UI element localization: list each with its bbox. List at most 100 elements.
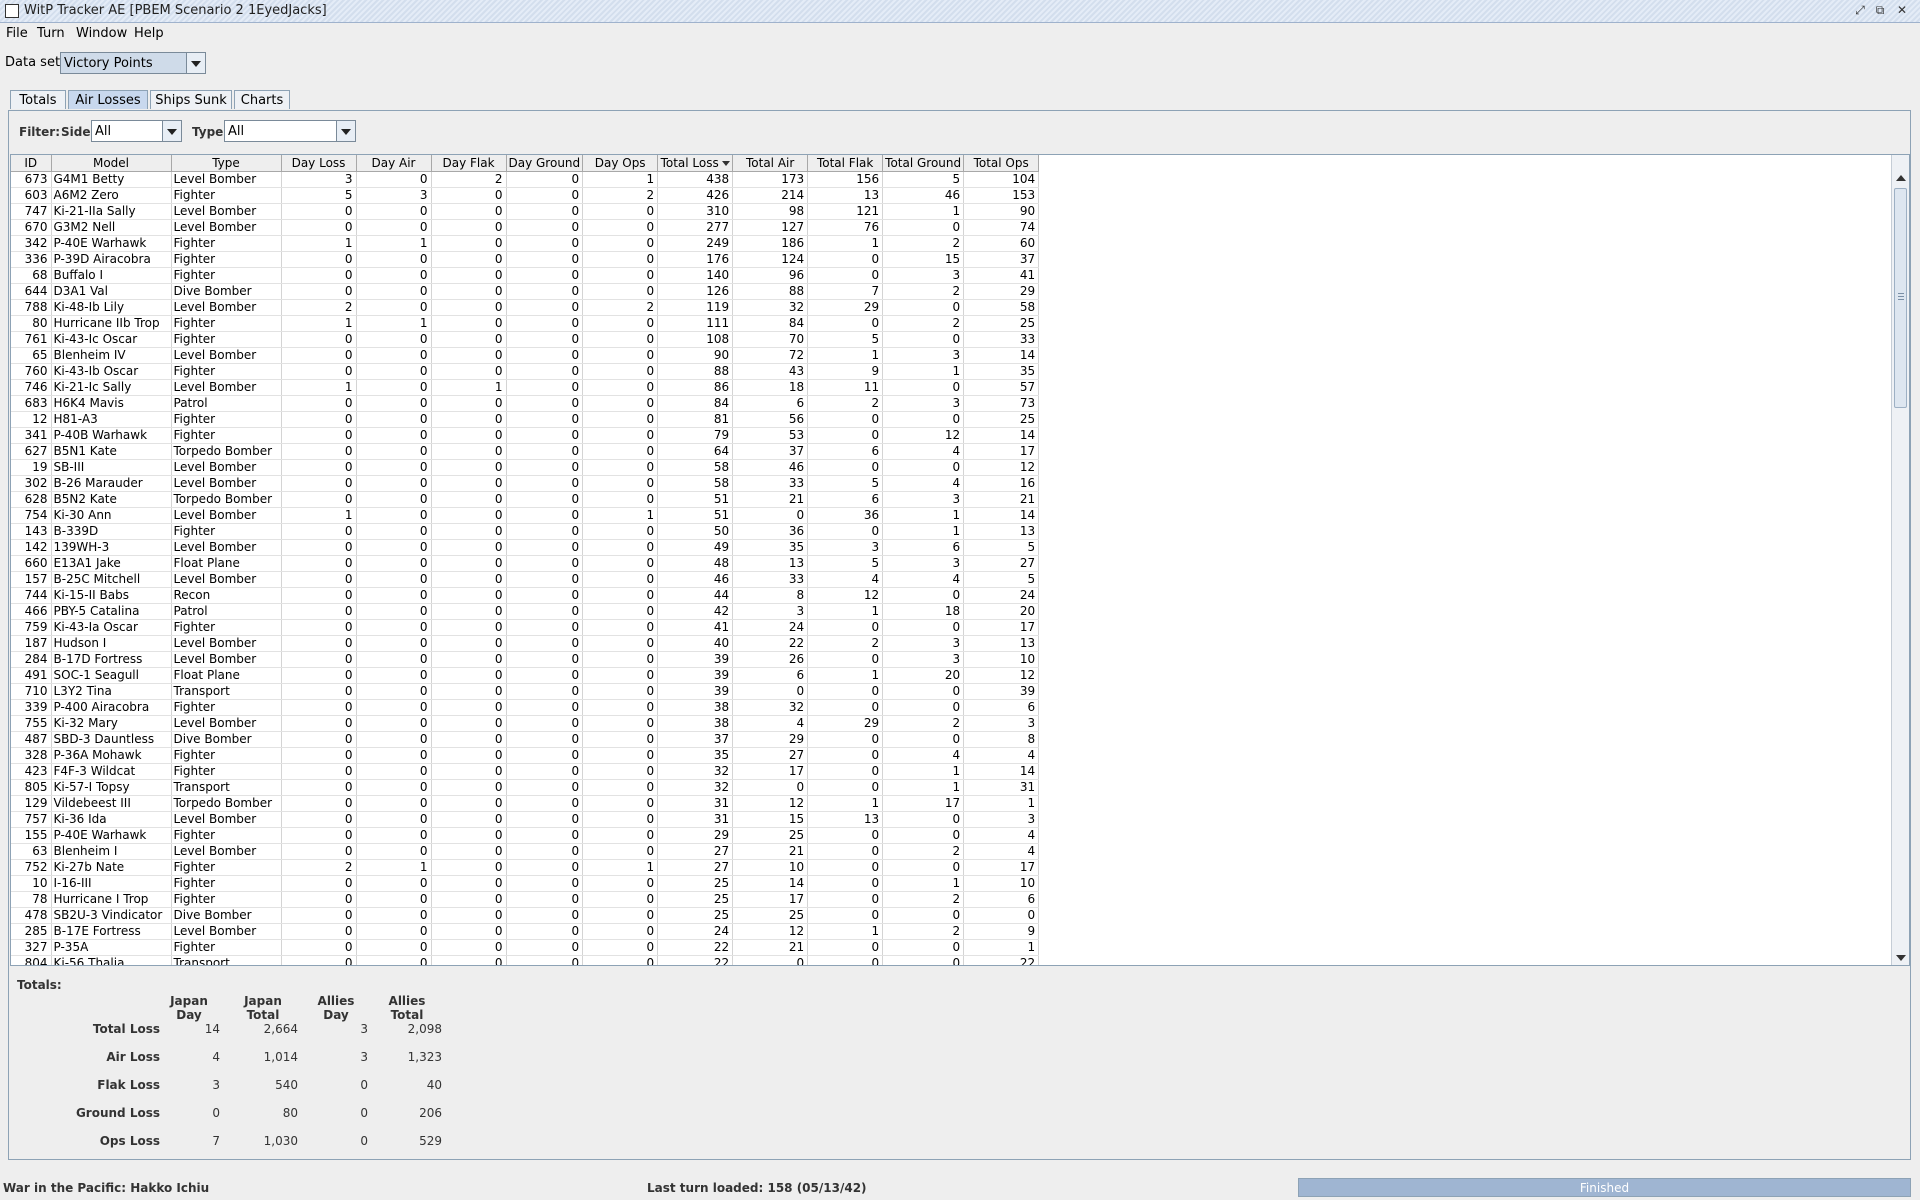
table-cell: 0 (506, 923, 584, 940)
table-row[interactable]: 284 B-17D Fortress Level Bomber 0 0 0 0 0 39 26 0 3… (11, 651, 1040, 668)
table-cell: 3 (882, 347, 965, 364)
table-cell: 14 (963, 347, 1040, 364)
table-cell: 0 (506, 299, 584, 316)
table-row[interactable]: 63 Blenheim I Level Bomber 0 0 0 0 0 27 21 0 2 4 (11, 843, 1040, 860)
table-row[interactable]: 327 P-35A Fighter 0 0 0 0 0 22 21 0 0 1 (11, 939, 1040, 956)
table-row[interactable]: 143 B-339D Fighter 0 0 0 0 0 50 36 0 1 13 (11, 523, 1040, 540)
tab-totals[interactable]: Totals (10, 90, 66, 109)
table-row[interactable]: 760 Ki-43-Ib Oscar Fighter 0 0 0 0 0 88 43 9 1 35 (11, 363, 1040, 380)
table-row[interactable]: 68 Buffalo I Fighter 0 0 0 0 0 140 96 0 3 41 (11, 267, 1040, 284)
table-row[interactable]: 341 P-40B Warhawk Fighter 0 0 0 0 0 79 53 0 12 14 (11, 427, 1040, 444)
column-header[interactable]: ID (11, 155, 52, 172)
table-row[interactable]: 757 Ki-36 Ida Level Bomber 0 0 0 0 0 31 15 13 0 3 (11, 811, 1040, 828)
table-cell: 33 (732, 571, 809, 588)
tab-ships-sunk[interactable]: Ships Sunk (150, 90, 232, 109)
table-row[interactable]: 752 Ki-27b Nate Fighter 2 1 0 0 1 27 10 0 0 17 (11, 859, 1040, 876)
table-row[interactable]: 710 L3Y2 Tina Transport 0 0 0 0 0 39 0 0 0 39 (11, 683, 1040, 700)
table-row[interactable]: 627 B5N1 Kate Torpedo Bomber 0 0 0 0 0 64 37 6 4 17 (11, 443, 1040, 460)
maximize-icon[interactable]: ⧉ (1872, 3, 1888, 18)
table-row[interactable]: 10 I-16-III Fighter 0 0 0 0 0 25 14 0 1 10 (11, 875, 1040, 892)
table-row[interactable]: 478 SB2U-3 Vindicator Dive Bomber 0 0 0 0 0 25 25… (11, 907, 1040, 924)
table-cell: Hudson I (51, 635, 172, 652)
table-row[interactable]: 747 Ki-21-IIa Sally Level Bomber 0 0 0 0 0 310 98… (11, 203, 1040, 220)
table-row[interactable]: 744 Ki-15-II Babs Recon 0 0 0 0 0 44 8 12 0 24 (11, 587, 1040, 604)
table-row[interactable]: 157 B-25C Mitchell Level Bomber 0 0 0 0 0 46 33 4 4… (11, 571, 1040, 588)
table-row[interactable]: 683 H6K4 Mavis Patrol 0 0 0 0 0 84 6 2 3 73 (11, 395, 1040, 412)
restore-icon[interactable]: ⤢ (1852, 3, 1868, 18)
vertical-scrollbar[interactable] (1891, 155, 1909, 965)
chevron-down-icon[interactable] (336, 121, 355, 141)
table-cell: 3 (963, 811, 1040, 828)
chevron-down-icon[interactable] (162, 121, 181, 141)
table-row[interactable]: 788 Ki-48-Ib Lily Level Bomber 2 0 0 0 2 119 32 29… (11, 299, 1040, 316)
column-header[interactable]: Total Ops (963, 155, 1040, 172)
table-cell: B-17E Fortress (51, 923, 172, 940)
table-row[interactable]: 761 Ki-43-Ic Oscar Fighter 0 0 0 0 0 108 70 5 0 33 (11, 331, 1040, 348)
table-cell: Ki-57-I Topsy (51, 779, 172, 796)
column-header[interactable]: Day Flak (431, 155, 507, 172)
table-row[interactable]: 805 Ki-57-I Topsy Transport 0 0 0 0 0 32 0 0 1 31 (11, 779, 1040, 796)
table-row[interactable]: 19 SB-III Level Bomber 0 0 0 0 0 58 46 0 0 12 (11, 459, 1040, 476)
table-row[interactable]: 660 E13A1 Jake Float Plane 0 0 0 0 0 48 13 5 3 27 (11, 555, 1040, 572)
column-header[interactable]: Day Ops (582, 155, 659, 172)
column-header[interactable]: Type (171, 155, 282, 172)
title-bar: WitP Tracker AE [PBEM Scenario 2 1EyedJa… (0, 0, 1920, 23)
table-row[interactable]: 754 Ki-30 Ann Level Bomber 1 0 0 0 1 51 0 36 1 14 (11, 507, 1040, 524)
table-cell: 90 (963, 203, 1040, 220)
table-row[interactable]: 302 B-26 Marauder Level Bomber 0 0 0 0 0 58 33 5 4 1… (11, 475, 1040, 492)
table-row[interactable]: 804 Ki-56 Thalia Transport 0 0 0 0 0 22 0 0 0 22 (11, 955, 1040, 965)
column-header[interactable]: Day Air (356, 155, 432, 172)
table-cell: 37 (732, 443, 809, 460)
table-row[interactable]: 759 Ki-43-Ia Oscar Fighter 0 0 0 0 0 41 24 0 0 17 (11, 619, 1040, 636)
menu-help[interactable]: Help (134, 26, 164, 41)
table-row[interactable]: 339 P-400 Airacobra Fighter 0 0 0 0 0 38 32 0 0 6 (11, 699, 1040, 716)
menu-window[interactable]: Window (76, 26, 127, 41)
table-row[interactable]: 342 P-40E Warhawk Fighter 1 1 0 0 0 249 186 1 2 60 (11, 235, 1040, 252)
table-row[interactable]: 673 G4M1 Betty Level Bomber 3 0 2 0 1 438 173 156 5… (11, 171, 1040, 188)
chevron-down-icon[interactable] (186, 53, 205, 73)
table-row[interactable]: 129 Vildebeest III Torpedo Bomber 0 0 0 0 0 31 12… (11, 795, 1040, 812)
table-cell: 0 (882, 827, 965, 844)
table-row[interactable]: 12 H81-A3 Fighter 0 0 0 0 0 81 56 0 0 25 (11, 411, 1040, 428)
column-header[interactable]: Total Flak (807, 155, 884, 172)
column-header[interactable]: Model (51, 155, 172, 172)
column-header[interactable]: Total Ground (882, 155, 965, 172)
table-row[interactable]: 65 Blenheim IV Level Bomber 0 0 0 0 0 90 72 1 3 14 (11, 347, 1040, 364)
table-row[interactable]: 644 D3A1 Val Dive Bomber 0 0 0 0 0 126 88 7 2 29 (11, 283, 1040, 300)
table-row[interactable]: 423 F4F-3 Wildcat Fighter 0 0 0 0 0 32 17 0 1 14 (11, 763, 1040, 780)
table-cell: 0 (431, 667, 507, 684)
side-select[interactable]: All (91, 120, 182, 142)
tab-charts[interactable]: Charts (234, 90, 290, 109)
table-row[interactable]: 285 B-17E Fortress Level Bomber 0 0 0 0 0 24 12 1 2… (11, 923, 1040, 940)
column-header[interactable]: Total Air (732, 155, 809, 172)
close-icon[interactable]: ✕ (1894, 3, 1910, 18)
table-row[interactable]: 628 B5N2 Kate Torpedo Bomber 0 0 0 0 0 51 21 6 3 21 (11, 491, 1040, 508)
table-row[interactable]: 78 Hurricane I Trop Fighter 0 0 0 0 0 25 17 0 2 6 (11, 891, 1040, 908)
scroll-thumb[interactable] (1894, 188, 1907, 408)
scroll-down-icon[interactable] (1892, 950, 1909, 965)
table-row[interactable]: 755 Ki-32 Mary Level Bomber 0 0 0 0 0 38 4 29 2 3 (11, 715, 1040, 732)
table-row[interactable]: 336 P-39D Airacobra Fighter 0 0 0 0 0 176 124 0 15 3… (11, 251, 1040, 268)
table-row[interactable]: 187 Hudson I Level Bomber 0 0 0 0 0 40 22 2 3 13 (11, 635, 1040, 652)
scroll-up-icon[interactable] (1892, 171, 1909, 186)
menu-turn[interactable]: Turn (37, 26, 65, 41)
table-cell: 788 (11, 299, 52, 316)
type-select[interactable]: All (224, 120, 356, 142)
dataset-select[interactable]: Victory Points (60, 52, 206, 74)
table-row[interactable]: 670 G3M2 Nell Level Bomber 0 0 0 0 0 277 127 76 0 74 (11, 219, 1040, 236)
table-row[interactable]: 603 A6M2 Zero Fighter 5 3 0 0 2 426 214 13 46 153 (11, 187, 1040, 204)
column-header[interactable]: Day Ground (506, 155, 584, 172)
table-cell: 1 (582, 859, 659, 876)
menu-file[interactable]: File (6, 26, 28, 41)
table-row[interactable]: 491 SOC-1 Seagull Float Plane 0 0 0 0 0 39 6 1 20 12 (11, 667, 1040, 684)
table-row[interactable]: 80 Hurricane IIb Trop Fighter 1 1 0 0 0 111 84 0 2 2… (11, 315, 1040, 332)
tab-air-losses[interactable]: Air Losses (68, 90, 148, 109)
column-header[interactable]: Total Loss (657, 155, 734, 172)
table-row[interactable]: 746 Ki-21-Ic Sally Level Bomber 1 0 1 0 0 86 18 11… (11, 379, 1040, 396)
table-row[interactable]: 466 PBY-5 Catalina Patrol 0 0 0 0 0 42 3 1 18 20 (11, 603, 1040, 620)
table-row[interactable]: 328 P-36A Mohawk Fighter 0 0 0 0 0 35 27 0 4 4 (11, 747, 1040, 764)
column-header[interactable]: Day Loss (281, 155, 357, 172)
table-row[interactable]: 142 139WH-3 Level Bomber 0 0 0 0 0 49 35 3 6 5 (11, 539, 1040, 556)
table-row[interactable]: 155 P-40E Warhawk Fighter 0 0 0 0 0 29 25 0 0 4 (11, 827, 1040, 844)
table-row[interactable]: 487 SBD-3 Dauntless Dive Bomber 0 0 0 0 0 37 29 0 0… (11, 731, 1040, 748)
